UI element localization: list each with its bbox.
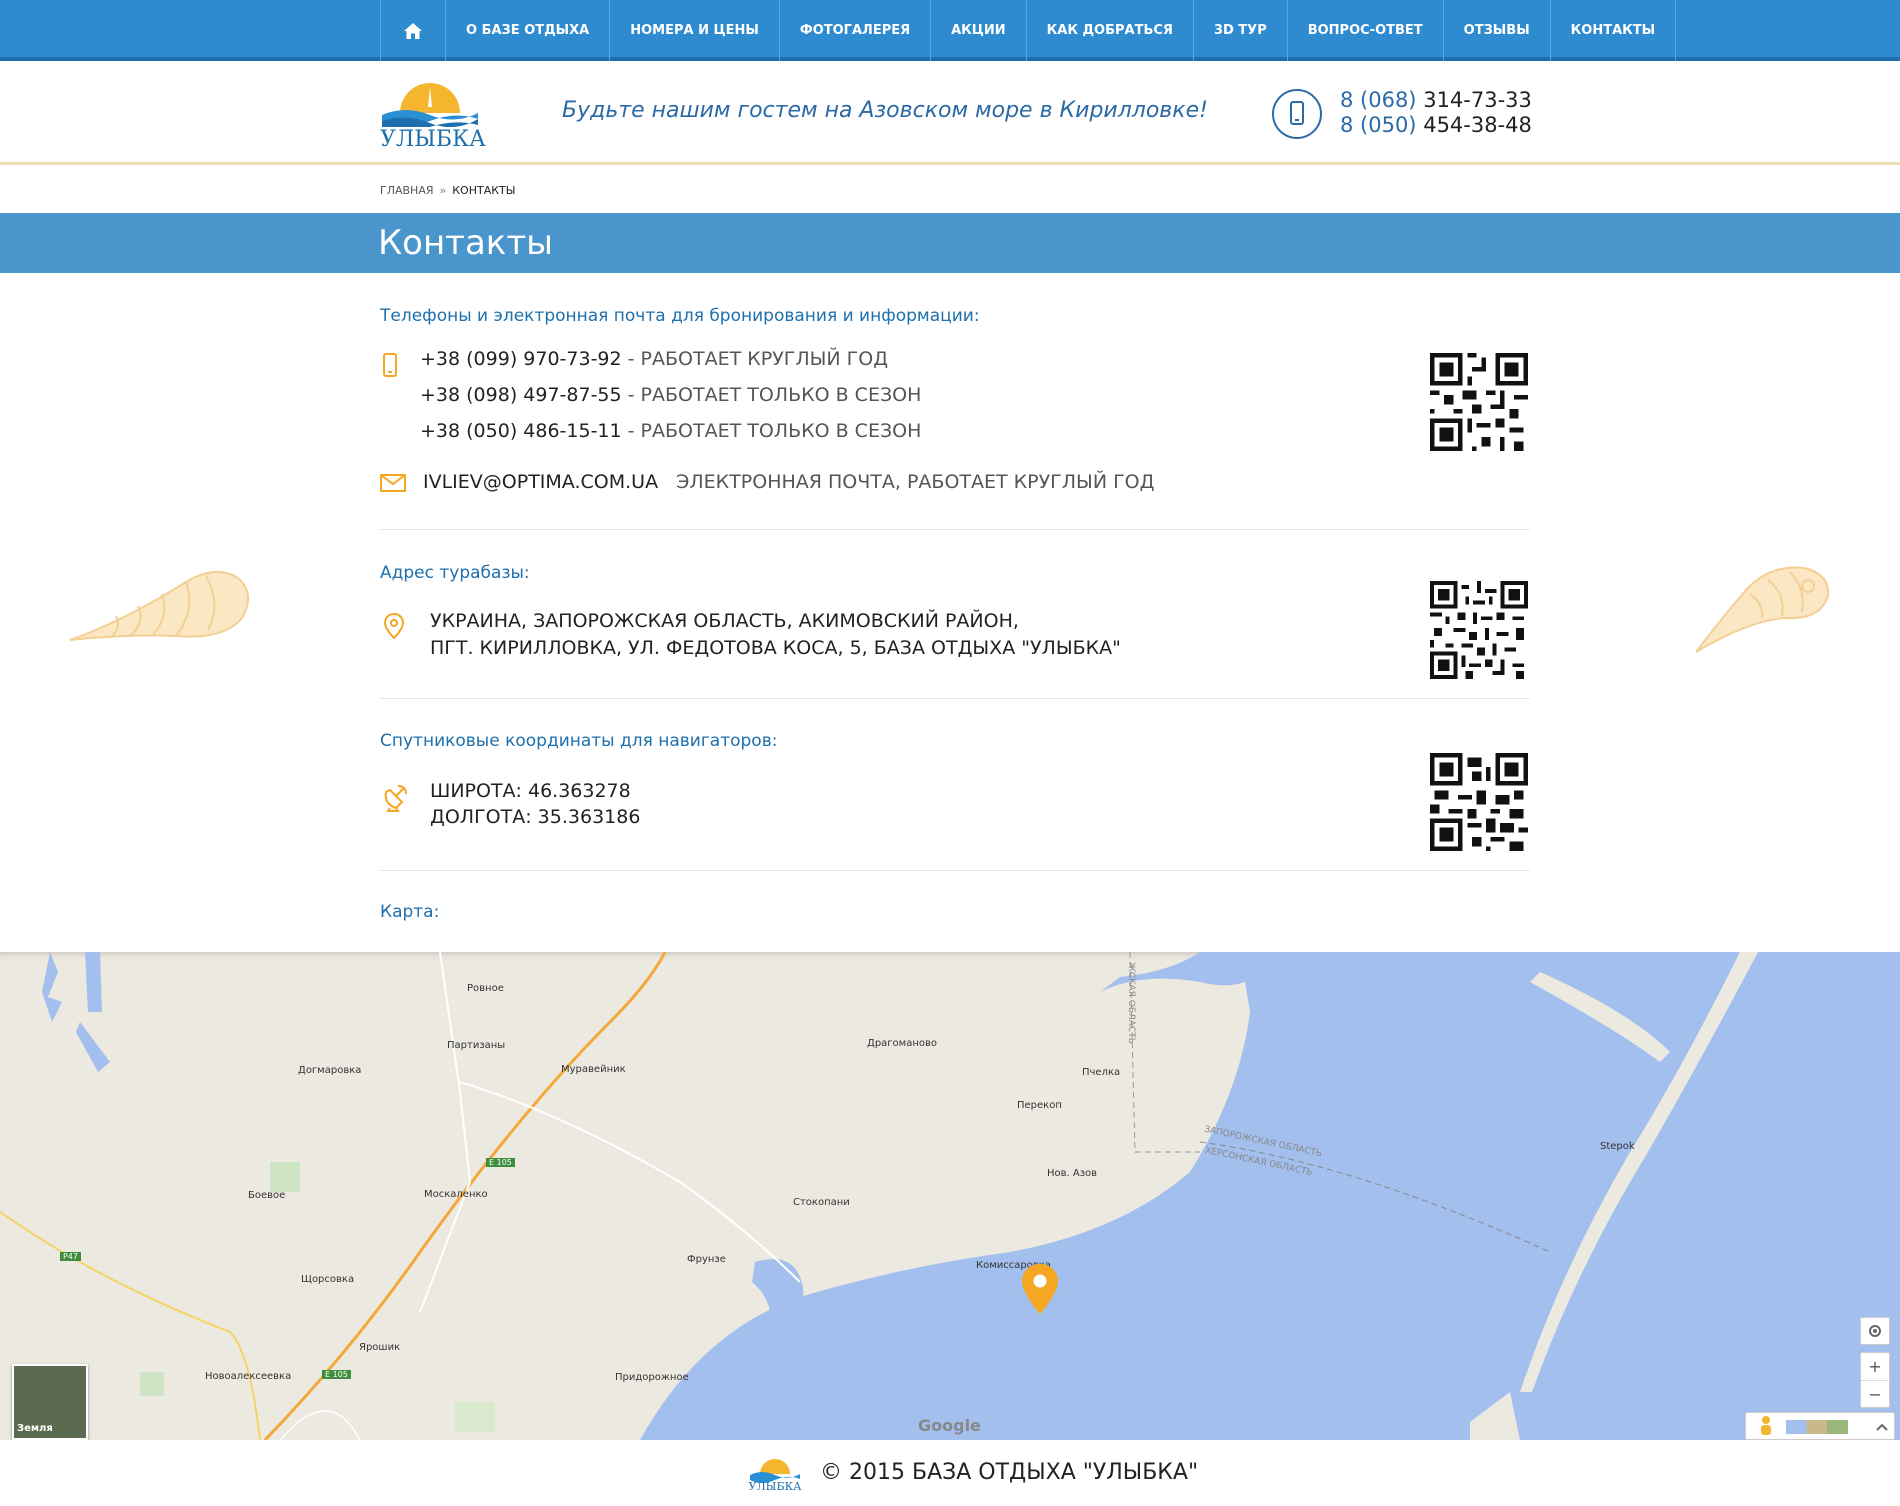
divider bbox=[380, 698, 1530, 699]
satellite-toggle[interactable]: Земля bbox=[12, 1364, 88, 1440]
email-note: ЭЛЕКТРОННАЯ ПОЧТА, РАБОТАЕТ КРУГЛЫЙ ГОД bbox=[676, 471, 1155, 493]
map-label-nov-azov: Нов. Азов bbox=[1047, 1168, 1098, 1179]
map-label-pridorozhnoe: Придорожное bbox=[615, 1372, 689, 1383]
nav-home[interactable] bbox=[380, 0, 445, 61]
qr-code-address bbox=[1430, 581, 1528, 679]
zoom-controls: + − bbox=[1860, 1352, 1890, 1408]
map-section-title: Карта: bbox=[380, 902, 440, 922]
map-label-novoalekseevka: Новоалексеевка bbox=[205, 1371, 292, 1382]
map-label-yaroshik: Ярошик bbox=[359, 1342, 401, 1353]
phone-line-2[interactable]: +38 (098) 497-87-55 - РАБОТАЕТ ТОЛЬКО В … bbox=[420, 384, 921, 406]
page-title: Контакты bbox=[378, 223, 553, 263]
map-label-boevoe: Боевое bbox=[248, 1190, 286, 1201]
satellite-dish-icon bbox=[384, 785, 407, 812]
map-label-perekop: Перекоп bbox=[1017, 1100, 1062, 1111]
nav-item-faq[interactable]: ВОПРОС-ОТВЕТ bbox=[1286, 0, 1443, 61]
my-location-button[interactable] bbox=[1860, 1317, 1890, 1345]
footer-copyright: © 2015 БАЗА ОТДЫХА "УЛЫБКА" bbox=[820, 1460, 1199, 1485]
google-map[interactable]: Ровное Партизаны Догмаровка Муравейник Д… bbox=[0, 952, 1900, 1440]
breadcrumb-home[interactable]: ГЛАВНАЯ bbox=[380, 184, 434, 197]
pegman-icon[interactable] bbox=[1756, 1415, 1776, 1439]
sun-wave-logo-icon bbox=[382, 83, 478, 127]
coords-section-title: Спутниковые координаты для навигаторов: bbox=[380, 731, 778, 751]
nav-item-reviews[interactable]: ОТЗЫВЫ bbox=[1442, 0, 1550, 61]
qr-code-phones bbox=[1430, 353, 1528, 451]
site-header: УЛЫБКА Будьте нашим гостем на Азовском м… bbox=[0, 65, 1900, 165]
breadcrumb: ГЛАВНАЯ » КОНТАКТЫ bbox=[380, 184, 515, 197]
mobile-phone-icon bbox=[1290, 101, 1304, 125]
phone-line-1[interactable]: +38 (099) 970-73-92 - РАБОТАЕТ КРУГЛЫЙ Г… bbox=[420, 348, 888, 370]
zoom-in-button[interactable]: + bbox=[1861, 1353, 1889, 1381]
map-label-frunze: Фрунзе bbox=[687, 1254, 726, 1265]
email-link[interactable]: IVLIEV@OPTIMA.COM.UA bbox=[423, 471, 658, 493]
site-footer: УЛЫБКА © 2015 БАЗА ОТДЫХА "УЛЫБКА" bbox=[0, 1440, 1900, 1506]
footer-logo-icon[interactable]: УЛЫБКА bbox=[748, 1452, 802, 1492]
location-target-icon bbox=[1869, 1325, 1881, 1337]
earth-label: Земля bbox=[17, 1423, 53, 1434]
nav-item-gallery[interactable]: ФОТОГАЛЕРЕЯ bbox=[778, 0, 930, 61]
road-sign-e105: E 105 bbox=[486, 1158, 515, 1167]
title-band: Контакты bbox=[0, 213, 1900, 273]
header-phone-2[interactable]: 8 (050) 454-38-48 bbox=[1340, 113, 1532, 138]
nav-item-about[interactable]: О БАЗЕ ОТДЫХА bbox=[445, 0, 609, 61]
road-sign-p47: P47 bbox=[60, 1252, 82, 1261]
map-label-partizany: Партизаны bbox=[447, 1040, 506, 1051]
map-label-moskalenko: Москаленко bbox=[424, 1189, 488, 1200]
envelope-icon bbox=[380, 474, 406, 492]
top-navigation: О БАЗЕ ОТДЫХА НОМЕРА И ЦЕНЫ ФОТОГАЛЕРЕЯ … bbox=[0, 0, 1900, 61]
breadcrumb-current: КОНТАКТЫ bbox=[452, 184, 516, 197]
map-label-rovnoe: Ровное bbox=[467, 983, 504, 994]
divider bbox=[380, 870, 1530, 871]
address-line-1: УКРАИНА, ЗАПОРОЖСКАЯ ОБЛАСТЬ, АКИМОВСКИЙ… bbox=[430, 610, 1019, 632]
nav-item-directions[interactable]: КАК ДОБРАТЬСЯ bbox=[1025, 0, 1193, 61]
logo-text: УЛЫБКА bbox=[380, 127, 486, 152]
phone-icon-circle bbox=[1272, 89, 1322, 139]
nav-item-promos[interactable]: АКЦИИ bbox=[930, 0, 1026, 61]
chevron-up-icon[interactable] bbox=[1874, 1419, 1890, 1435]
longitude: ДОЛГОТА: 35.363186 bbox=[430, 806, 641, 828]
latitude: ШИРОТА: 46.363278 bbox=[430, 780, 631, 802]
email-line: IVLIEV@OPTIMA.COM.UA ЭЛЕКТРОННАЯ ПОЧТА, … bbox=[423, 471, 1154, 493]
map-label-pchelka: Пчелка bbox=[1082, 1067, 1121, 1078]
nav-item-rooms[interactable]: НОМЕРА И ЦЕНЫ bbox=[609, 0, 779, 61]
map-label-oblast-vertical: ЖСКАЯ ОБЛАСТЬ bbox=[1125, 962, 1136, 1044]
home-icon bbox=[404, 22, 422, 39]
phone-line-3[interactable]: +38 (050) 486-15-11 - РАБОТАЕТ ТОЛЬКО В … bbox=[420, 420, 921, 442]
header-slogan: Будьте нашим гостем на Азовском море в К… bbox=[562, 98, 1208, 123]
map-label-shchorsovka: Щорсовка bbox=[301, 1274, 355, 1285]
map-label-dogmarovka: Догмаровка bbox=[298, 1065, 362, 1076]
site-logo[interactable]: УЛЫБКА bbox=[380, 77, 486, 155]
map-label-stokopani: Стокопани bbox=[793, 1197, 850, 1208]
street-view-bar bbox=[1745, 1412, 1895, 1440]
location-pin-icon bbox=[383, 612, 405, 640]
road-sign-e105: E 105 bbox=[322, 1370, 351, 1379]
address-line-2: ПГТ. КИРИЛЛОВКА, УЛ. ФЕДОТОВА КОСА, 5, Б… bbox=[430, 637, 1121, 659]
qr-code-coordinates bbox=[1430, 753, 1528, 851]
header-phone-1[interactable]: 8 (068) 314-73-33 bbox=[1340, 88, 1532, 113]
nav-item-3d-tour[interactable]: 3D ТУР bbox=[1192, 0, 1287, 61]
shell-left-icon bbox=[69, 571, 249, 641]
map-thumbnails[interactable] bbox=[1786, 1420, 1848, 1434]
map-marker-icon[interactable] bbox=[1020, 1262, 1060, 1316]
breadcrumb-separator: » bbox=[439, 184, 447, 197]
phones-section-title: Телефоны и электронная почта для брониро… bbox=[380, 306, 980, 326]
footer-logo-text: УЛЫБКА bbox=[749, 1480, 802, 1492]
map-label-stepok: Stepok bbox=[1600, 1141, 1635, 1152]
map-label-muraveynik: Муравейник bbox=[561, 1064, 626, 1075]
divider bbox=[380, 529, 1530, 530]
nav-item-contacts[interactable]: КОНТАКТЫ bbox=[1549, 0, 1677, 61]
header-phones: 8 (068) 314-73-33 8 (050) 454-38-48 bbox=[1340, 88, 1532, 138]
map-label-dragomanovo: Драгоманово bbox=[867, 1038, 937, 1049]
nav-bar: О БАЗЕ ОТДЫХА НОМЕРА И ЦЕНЫ ФОТОГАЛЕРЕЯ … bbox=[380, 0, 1677, 61]
shell-right-icon bbox=[1695, 566, 1830, 653]
google-logo: Google bbox=[918, 1416, 981, 1435]
zoom-out-button[interactable]: − bbox=[1861, 1381, 1889, 1408]
mobile-phone-icon bbox=[383, 353, 397, 377]
address-section-title: Адрес турабазы: bbox=[380, 563, 530, 583]
